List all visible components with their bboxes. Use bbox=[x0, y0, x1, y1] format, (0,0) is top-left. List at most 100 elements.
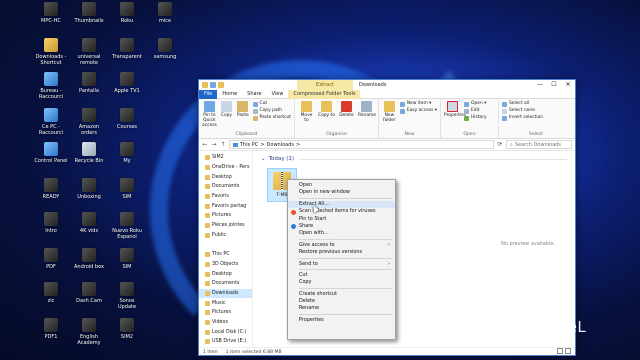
menu-item-restore-previous-versions[interactable]: Restore previous versions bbox=[288, 249, 395, 256]
nav-item[interactable]: Pictures bbox=[199, 308, 252, 318]
menu-item-scan-selected-items-for-viruses[interactable]: Scan selected items for viruses bbox=[288, 208, 395, 215]
tab-home[interactable]: Home bbox=[217, 90, 242, 99]
refresh-icon[interactable]: ⟳ bbox=[497, 141, 503, 148]
nav-item[interactable]: This PC bbox=[199, 250, 252, 260]
history-button[interactable]: History bbox=[464, 115, 487, 121]
desktop-icon[interactable]: 4K vids bbox=[72, 212, 106, 234]
desktop-icon[interactable]: Courses bbox=[110, 108, 144, 130]
desktop-icon[interactable]: English Academy bbox=[72, 318, 106, 346]
menu-item-cut[interactable]: Cut bbox=[288, 272, 395, 279]
desktop-icon[interactable]: mice bbox=[148, 2, 182, 24]
desktop-icon[interactable]: Apple TV1 bbox=[110, 72, 144, 94]
desktop-icon[interactable]: READY bbox=[34, 178, 68, 200]
details-view-icon[interactable] bbox=[557, 348, 563, 354]
title-bar[interactable]: Extract Downloads — ☐ ✕ bbox=[199, 80, 575, 90]
nav-item[interactable]: Pictures bbox=[199, 211, 252, 221]
desktop-icon[interactable]: Ce PC - Raccourci bbox=[34, 108, 68, 136]
desktop-icon[interactable]: Recycle Bin bbox=[72, 142, 106, 164]
desktop-icon[interactable]: PDF bbox=[34, 248, 68, 270]
desktop-icon[interactable]: Bureau - Raccourci bbox=[34, 72, 68, 100]
tab-share[interactable]: Share bbox=[242, 90, 266, 99]
new-folder-icon[interactable] bbox=[218, 82, 224, 88]
paste-shortcut-button[interactable]: Paste shortcut bbox=[252, 115, 291, 121]
nav-item[interactable]: Documents bbox=[199, 279, 252, 289]
nav-item[interactable]: Local Disk (C:) bbox=[199, 327, 252, 337]
cut-button[interactable]: Cut bbox=[252, 101, 291, 107]
nav-item[interactable]: Music bbox=[199, 298, 252, 308]
forward-arrow-icon[interactable]: → bbox=[211, 141, 217, 148]
copy-path-button[interactable]: Copy path bbox=[252, 108, 291, 114]
tab-view[interactable]: View bbox=[267, 90, 289, 99]
maximize-button[interactable]: ☐ bbox=[547, 80, 561, 90]
nav-item[interactable]: Pièces jointes bbox=[199, 221, 252, 231]
nav-item[interactable]: 3D Objects bbox=[199, 260, 252, 270]
menu-item-create-shortcut[interactable]: Create shortcut bbox=[288, 291, 395, 298]
nav-item[interactable]: OneDrive - Pers bbox=[199, 163, 252, 173]
menu-item-open-in-new-window[interactable]: Open in new window bbox=[288, 189, 395, 196]
minimize-button[interactable]: — bbox=[533, 80, 547, 90]
desktop-icon[interactable]: SIM bbox=[110, 248, 144, 270]
desktop-icon[interactable]: Thumbnails bbox=[72, 2, 106, 24]
tab-compressed-folder-tools[interactable]: Compressed Folder Tools bbox=[288, 89, 361, 99]
menu-item-open[interactable]: Open bbox=[288, 182, 395, 189]
menu-item-share[interactable]: Share bbox=[288, 223, 395, 230]
nav-item[interactable]: Favoris bbox=[199, 192, 252, 202]
large-icons-view-icon[interactable] bbox=[565, 348, 571, 354]
open-button[interactable]: Open ▾ bbox=[464, 101, 487, 107]
nav-item[interactable]: SIM2 bbox=[199, 153, 252, 163]
invert-selection-button[interactable]: Invert selection bbox=[502, 115, 543, 121]
desktop-icon[interactable]: Roku bbox=[110, 2, 144, 24]
nav-item[interactable]: Desktop bbox=[199, 269, 252, 279]
nav-item[interactable]: Videos bbox=[199, 318, 252, 328]
edit-button[interactable]: Edit bbox=[464, 108, 487, 114]
desktop-icon[interactable]: Pantalla bbox=[72, 72, 106, 94]
desktop-icon[interactable]: Downloads - Shortcut bbox=[34, 38, 68, 66]
breadcrumb-downloads[interactable]: Downloads bbox=[267, 142, 294, 148]
menu-item-properties[interactable]: Properties bbox=[288, 317, 395, 324]
search-input[interactable]: ⌕ Search Downloads bbox=[506, 140, 572, 149]
desktop-icon[interactable]: Sonos Update bbox=[110, 282, 144, 310]
nav-item[interactable]: Documents bbox=[199, 182, 252, 192]
close-button[interactable]: ✕ bbox=[561, 80, 575, 90]
tab-file[interactable]: File bbox=[199, 89, 218, 99]
properties-icon[interactable] bbox=[210, 82, 216, 88]
desktop-icon[interactable]: SIM2 bbox=[110, 318, 144, 340]
menu-item-send-to[interactable]: Send to › bbox=[288, 261, 395, 268]
desktop-icon[interactable]: zic bbox=[34, 282, 68, 304]
easy-access-button[interactable]: Easy access ▾ bbox=[399, 108, 437, 114]
breadcrumb-this-pc[interactable]: This PC bbox=[240, 142, 258, 148]
desktop-icon[interactable]: Nuevo Roku Espanol bbox=[110, 212, 144, 240]
menu-item-pin-to-start[interactable]: Pin to Start bbox=[288, 216, 395, 223]
nav-item[interactable]: Downloads bbox=[199, 288, 252, 299]
nav-item[interactable]: Favoris partag bbox=[199, 201, 252, 211]
desktop-icon[interactable]: My bbox=[110, 142, 144, 164]
desktop-icon[interactable]: Transparent bbox=[110, 38, 144, 60]
select-all-button[interactable]: Select all bbox=[502, 101, 543, 107]
nav-item[interactable]: Public bbox=[199, 231, 252, 241]
desktop-icon[interactable]: Amazon orders bbox=[72, 108, 106, 136]
desktop-icon[interactable]: universal remote bbox=[72, 38, 106, 66]
menu-item-delete[interactable]: Delete bbox=[288, 298, 395, 305]
address-bar[interactable]: This PC > Downloads > bbox=[229, 140, 494, 149]
nav-item[interactable]: Desktop bbox=[199, 172, 252, 182]
desktop-icon[interactable]: PDF1 bbox=[34, 318, 68, 340]
desktop-icon[interactable]: SIM bbox=[110, 178, 144, 200]
nav-item[interactable]: USB Drive (E:) bbox=[199, 337, 252, 347]
menu-item-copy[interactable]: Copy bbox=[288, 279, 395, 286]
up-arrow-icon[interactable]: ↑ bbox=[220, 141, 226, 148]
menu-item-extract-all[interactable]: Extract All... bbox=[288, 200, 395, 209]
back-arrow-icon[interactable]: ← bbox=[202, 141, 208, 148]
desktop-icon[interactable]: Control Panel bbox=[34, 142, 68, 164]
desktop-icon[interactable]: samsung bbox=[148, 38, 182, 60]
group-header[interactable]: ⌄ Today (1) bbox=[261, 156, 294, 162]
menu-item-rename[interactable]: Rename bbox=[288, 305, 395, 312]
desktop-icon[interactable]: Android box bbox=[72, 248, 106, 270]
desktop-icon[interactable]: Intro bbox=[34, 212, 68, 234]
desktop-icon[interactable]: Dash Cam bbox=[72, 282, 106, 304]
desktop-icon[interactable]: Unboxing bbox=[72, 178, 106, 200]
menu-item-open-with[interactable]: Open with... bbox=[288, 230, 395, 237]
desktop-icon[interactable]: MPC-HC bbox=[34, 2, 68, 24]
new-item-button[interactable]: New item ▾ bbox=[399, 101, 437, 107]
menu-item-give-access-to[interactable]: Give access to › bbox=[288, 242, 395, 249]
select-none-button[interactable]: Select none bbox=[502, 108, 543, 114]
